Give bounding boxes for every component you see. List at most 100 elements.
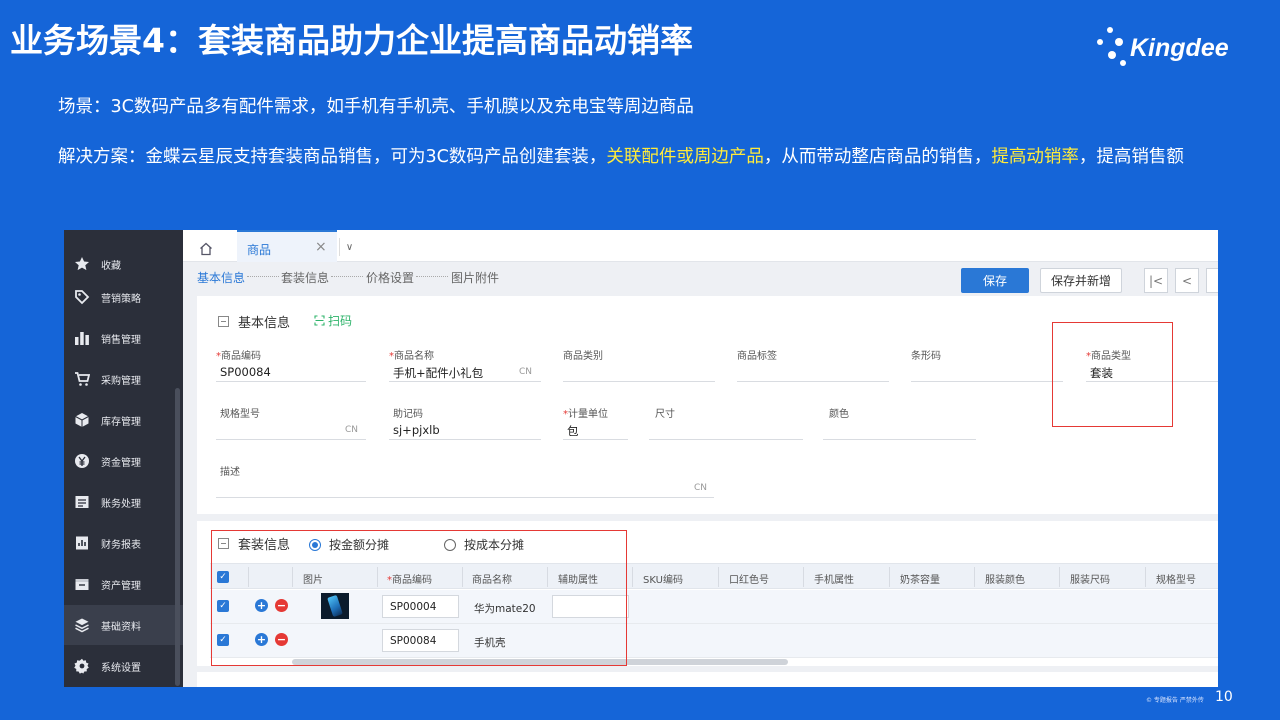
sidebar-item-label: 销售管理 [101, 334, 141, 346]
sidebar-item-label: 基础资料 [101, 621, 141, 633]
report-icon [73, 534, 91, 552]
product-code-value: SP00084 [220, 365, 271, 379]
kingdee-logo: Kingdee [1094, 24, 1244, 76]
save-and-new-button[interactable]: 保存并新增 [1040, 268, 1122, 293]
tag-icon [73, 288, 91, 306]
unit-value: 包 [567, 424, 579, 438]
col-header-spec[interactable]: 规格型号 [1156, 571, 1196, 586]
slide-title: 业务场景4：套装商品助力企业提高商品动销率 [10, 21, 693, 60]
form-step-nav: 基本信息 套装信息 价格设置 图片附件 保存 保存并新增 |< < [183, 263, 1218, 297]
close-icon[interactable]: × [315, 239, 327, 255]
next-record-button[interactable] [1206, 268, 1218, 293]
field-product-tag[interactable]: 商品标签 [737, 347, 889, 382]
sidebar-item-label: 财务报表 [101, 539, 141, 551]
basic-info-section-title[interactable]: 基本信息 [218, 312, 290, 331]
sidebar-item-label: 资金管理 [101, 457, 141, 469]
field-spec-model[interactable]: 规格型号 CN [216, 405, 366, 440]
sidebar-scrollbar[interactable] [175, 388, 180, 686]
home-tab-button[interactable] [191, 236, 221, 262]
field-mnemonic-code[interactable]: 助记码 sj+pjxlb [389, 405, 541, 440]
solution-prefix: 解决方案：金蝶云星辰支持套装商品销售，可为3C数码产品创建套装， [58, 147, 607, 167]
layers-icon [73, 616, 91, 634]
sidebar-item-label: 采购管理 [101, 375, 141, 387]
col-header-lipstick-shade[interactable]: 口红色号 [729, 571, 769, 586]
logo-text: Kingdee [1130, 34, 1229, 62]
prev-record-button[interactable]: < [1175, 268, 1199, 293]
col-header-phone-attr[interactable]: 手机属性 [814, 571, 854, 586]
solution-highlight-accessories: 关联配件或周边产品 [606, 147, 764, 167]
sidebar-item-label: 资产管理 [101, 580, 141, 592]
sidebar-item-label: 营销策略 [101, 293, 141, 305]
sidebar-item-marketing[interactable]: 营销策略 [64, 277, 183, 317]
scene-text: 场景：3C数码产品多有配件需求，如手机有手机壳、手机膜以及充电宝等周边商品 [58, 97, 694, 117]
step-basic-info[interactable]: 基本信息 [197, 269, 245, 286]
footer-note: © 专题报告 严禁外传 [1146, 697, 1204, 704]
step-divider [416, 276, 448, 277]
tab-bar: 商品 × ∨ [183, 230, 1218, 262]
cart-icon [73, 370, 91, 388]
sidebar-item-accounting[interactable]: 账务处理 [64, 482, 183, 522]
sidebar-item-funds[interactable]: 资金管理 [64, 441, 183, 481]
field-product-category[interactable]: 商品类别 [563, 347, 715, 382]
step-image-attachments[interactable]: 图片附件 [451, 269, 499, 286]
home-icon [200, 242, 212, 256]
step-divider [331, 276, 363, 277]
gear-icon [73, 657, 91, 675]
save-button[interactable]: 保存 [961, 268, 1029, 293]
solution-text: 解决方案：金蝶云星辰支持套装商品销售，可为3C数码产品创建套装，关联配件或周边产… [58, 146, 1228, 168]
field-product-name[interactable]: *商品名称 手机+配件小礼包 CN [389, 347, 541, 382]
sidebar-item-reports[interactable]: 财务报表 [64, 523, 183, 563]
tab-goods[interactable]: 商品 × [237, 230, 337, 262]
collapse-icon [218, 316, 229, 327]
sidebar: 收藏 营销策略 销售管理 采购管理 库存管理 资金管理 账务处理 财务报表 资产… [64, 230, 183, 687]
sidebar-item-label: 账务处理 [101, 498, 141, 510]
lang-cn-badge[interactable]: CN [694, 483, 707, 493]
sidebar-item-purchase[interactable]: 采购管理 [64, 359, 183, 399]
bottom-panel [197, 672, 1218, 687]
bar-chart-icon [73, 329, 91, 347]
yen-icon [73, 452, 91, 470]
scan-button[interactable]: 扫码 [314, 312, 352, 329]
sidebar-item-sales[interactable]: 销售管理 [64, 318, 183, 358]
step-bundle-info[interactable]: 套装信息 [281, 269, 329, 286]
app-screenshot: 收藏 营销策略 销售管理 采购管理 库存管理 资金管理 账务处理 财务报表 资产… [64, 230, 1218, 687]
lang-cn-badge[interactable]: CN [345, 425, 358, 435]
star-icon [73, 255, 91, 273]
col-header-tea-volume[interactable]: 奶茶容量 [900, 571, 940, 586]
mnemonic-code-value: sj+pjxlb [393, 423, 440, 437]
field-size[interactable]: 尺寸 [649, 405, 803, 440]
col-header-apparel-color[interactable]: 服装颜色 [985, 571, 1025, 586]
highlight-box-product-type [1052, 322, 1173, 427]
sidebar-item-label: 系统设置 [101, 662, 141, 674]
chevron-down-icon[interactable]: ∨ [339, 238, 359, 256]
first-record-button[interactable]: |< [1144, 268, 1168, 293]
page-number: 10 [1215, 689, 1233, 705]
field-description[interactable]: 描述 CN [216, 463, 714, 498]
asset-icon [73, 575, 91, 593]
step-price-settings[interactable]: 价格设置 [366, 269, 414, 286]
field-product-code[interactable]: *商品编码 SP00084 [216, 347, 366, 382]
sidebar-item-basic-data[interactable]: 基础资料 [64, 605, 183, 645]
highlight-box-bundle-info [211, 530, 627, 666]
sidebar-item-label: 收藏 [101, 260, 121, 272]
scan-icon [314, 315, 325, 326]
logo-dots-icon [1094, 24, 1130, 74]
sidebar-item-inventory[interactable]: 库存管理 [64, 400, 183, 440]
box-icon [73, 411, 91, 429]
col-header-apparel-size[interactable]: 服装尺码 [1070, 571, 1110, 586]
sidebar-item-settings[interactable]: 系统设置 [64, 646, 183, 686]
field-color[interactable]: 颜色 [823, 405, 976, 440]
field-unit[interactable]: *计量单位 包 [563, 405, 628, 440]
solution-highlight-turnover: 提高动销率 [991, 147, 1079, 167]
solution-middle: ，从而带动整店商品的销售， [763, 147, 992, 167]
sidebar-item-assets[interactable]: 资产管理 [64, 564, 183, 604]
product-name-value: 手机+配件小礼包 [393, 366, 484, 380]
field-barcode[interactable]: 条形码 [911, 347, 1063, 382]
tab-goods-label: 商品 [247, 243, 272, 257]
col-header-sku[interactable]: SKU编码 [643, 571, 683, 586]
sidebar-item-label: 库存管理 [101, 416, 141, 428]
step-divider [247, 276, 279, 277]
ledger-icon [73, 493, 91, 511]
solution-suffix: ，提高销售额 [1078, 147, 1184, 167]
lang-cn-badge[interactable]: CN [519, 367, 532, 377]
